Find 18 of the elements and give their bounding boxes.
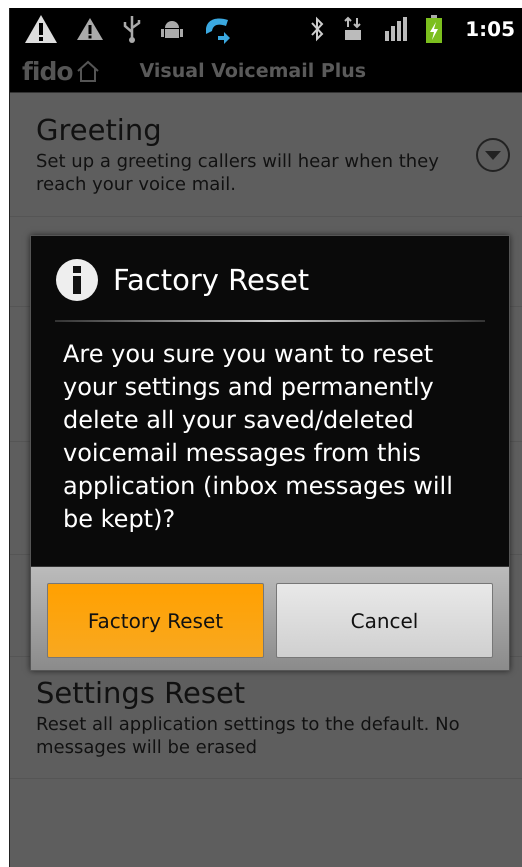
brand-logo-text: fido — [22, 56, 73, 86]
expand-icon — [475, 136, 511, 172]
dialog-title: Factory Reset — [113, 263, 310, 297]
info-icon — [55, 258, 99, 302]
app-title: Visual Voicemail Plus — [140, 60, 366, 82]
home-icon — [76, 60, 100, 82]
alert-icon — [24, 13, 58, 45]
cancel-button[interactable]: Cancel — [276, 583, 493, 658]
data-3g-icon — [343, 16, 364, 42]
warning-icon — [76, 16, 104, 42]
setting-description: Reset all application settings to the default. No messages will be erased — [36, 712, 461, 760]
bluetooth-icon — [309, 16, 326, 42]
setting-description: Set up a greeting callers will hear when they reach your voice mail. — [36, 150, 440, 196]
usb-icon — [122, 14, 142, 44]
dialog-message: Are you sure you want to reset your settings and permanently delete all your saved/deleted voicemail messages from this application (inbox messages will be kept)? — [62, 339, 454, 535]
battery-charging-icon — [425, 14, 444, 44]
status-time: 1:05 — [465, 17, 515, 41]
confirm-button[interactable]: Factory Reset — [47, 583, 264, 658]
